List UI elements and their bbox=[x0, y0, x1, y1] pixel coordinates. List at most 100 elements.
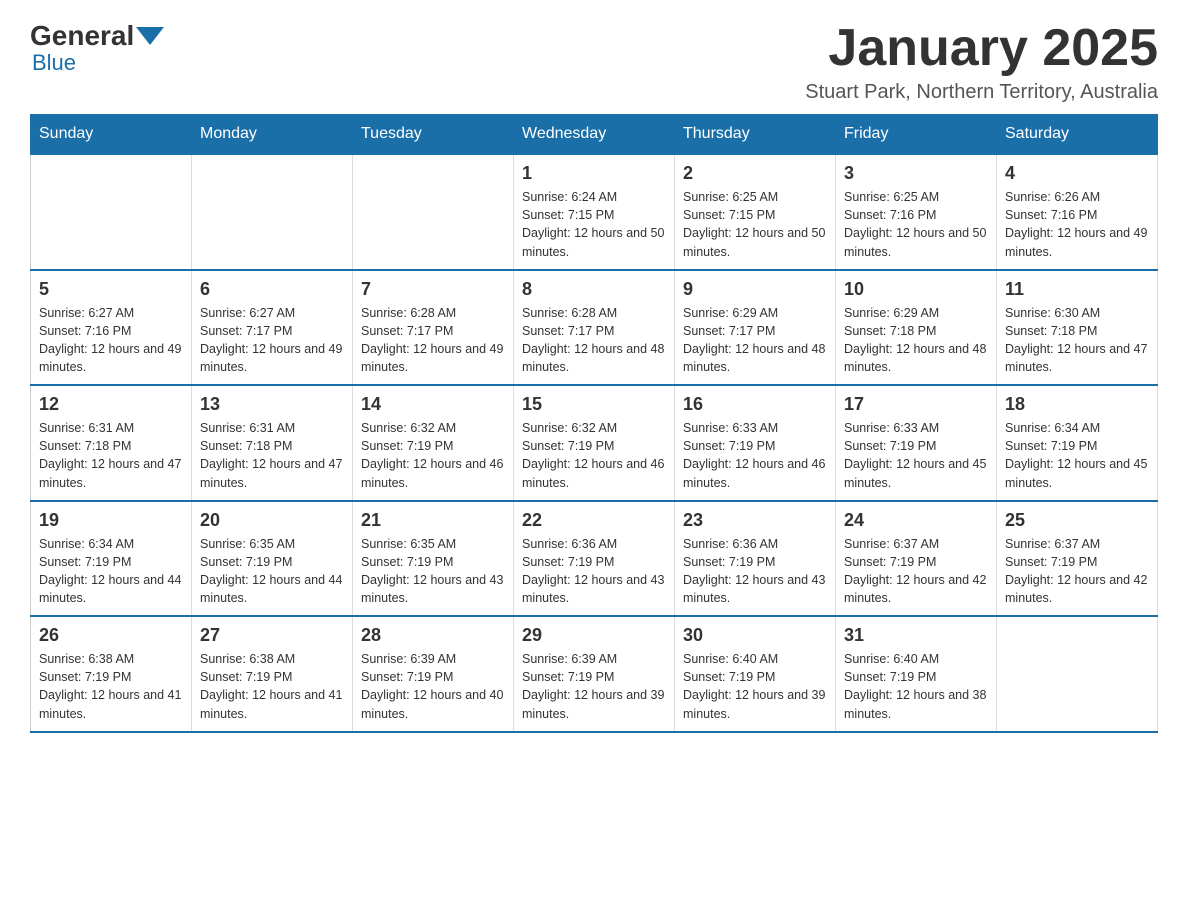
calendar-cell: 1 Sunrise: 6:24 AMSunset: 7:15 PMDaylight… bbox=[514, 154, 675, 270]
day-info: Sunrise: 6:36 AMSunset: 7:19 PMDaylight:… bbox=[683, 535, 827, 608]
calendar-week-row: 12 Sunrise: 6:31 AMSunset: 7:18 PMDayligh… bbox=[31, 385, 1158, 501]
header-thursday: Thursday bbox=[675, 115, 836, 155]
header-monday: Monday bbox=[192, 115, 353, 155]
calendar-cell: 11 Sunrise: 6:30 AMSunset: 7:18 PMDayligh… bbox=[997, 270, 1158, 386]
day-number: 22 bbox=[522, 510, 666, 531]
calendar-cell: 18Sunrise: 6:34 AMSunset: 7:19 PMDayligh… bbox=[997, 385, 1158, 501]
month-title: January 2025 bbox=[805, 20, 1158, 77]
day-info: Sunrise: 6:34 AMSunset: 7:19 PMDaylight:… bbox=[39, 535, 183, 608]
logo-general-text: General bbox=[30, 20, 134, 52]
calendar-cell: 10 Sunrise: 6:29 AMSunset: 7:18 PMDayligh… bbox=[836, 270, 997, 386]
day-number: 13 bbox=[200, 394, 344, 415]
header-tuesday: Tuesday bbox=[353, 115, 514, 155]
calendar-cell: 2Sunrise: 6:25 AMSunset: 7:15 PMDaylight… bbox=[675, 154, 836, 270]
calendar-cell: 17Sunrise: 6:33 AMSunset: 7:19 PMDayligh… bbox=[836, 385, 997, 501]
header-sunday: Sunday bbox=[31, 115, 192, 155]
calendar-cell: 16Sunrise: 6:33 AMSunset: 7:19 PMDayligh… bbox=[675, 385, 836, 501]
calendar-cell: 15 Sunrise: 6:32 AMSunset: 7:19 PMDayligh… bbox=[514, 385, 675, 501]
calendar-week-row: 26 Sunrise: 6:38 AMSunset: 7:19 PMDayligh… bbox=[31, 616, 1158, 732]
day-info: Sunrise: 6:28 AMSunset: 7:17 PMDaylight:… bbox=[361, 304, 505, 377]
calendar-cell: 29 Sunrise: 6:39 AMSunset: 7:19 PMDayligh… bbox=[514, 616, 675, 732]
calendar-cell: 12 Sunrise: 6:31 AMSunset: 7:18 PMDayligh… bbox=[31, 385, 192, 501]
day-info: Sunrise: 6:29 AMSunset: 7:17 PMDaylight:… bbox=[683, 304, 827, 377]
calendar-cell: 7Sunrise: 6:28 AMSunset: 7:17 PMDaylight… bbox=[353, 270, 514, 386]
day-number: 6 bbox=[200, 279, 344, 300]
calendar-cell bbox=[31, 154, 192, 270]
page-header: General Blue January 2025 Stuart Park, N… bbox=[30, 20, 1158, 104]
calendar-header-row: SundayMondayTuesdayWednesdayThursdayFrid… bbox=[31, 115, 1158, 155]
day-number: 29 bbox=[522, 625, 666, 646]
day-number: 31 bbox=[844, 625, 988, 646]
day-info: Sunrise: 6:25 AMSunset: 7:16 PMDaylight:… bbox=[844, 188, 988, 261]
day-info: Sunrise: 6:30 AMSunset: 7:18 PMDaylight:… bbox=[1005, 304, 1149, 377]
day-number: 21 bbox=[361, 510, 505, 531]
day-number: 24 bbox=[844, 510, 988, 531]
day-info: Sunrise: 6:32 AMSunset: 7:19 PMDaylight:… bbox=[522, 419, 666, 492]
day-info: Sunrise: 6:29 AMSunset: 7:18 PMDaylight:… bbox=[844, 304, 988, 377]
calendar-cell: 21 Sunrise: 6:35 AMSunset: 7:19 PMDayligh… bbox=[353, 501, 514, 617]
day-info: Sunrise: 6:27 AMSunset: 7:17 PMDaylight:… bbox=[200, 304, 344, 377]
calendar-cell: 8Sunrise: 6:28 AMSunset: 7:17 PMDaylight… bbox=[514, 270, 675, 386]
day-info: Sunrise: 6:35 AMSunset: 7:19 PMDaylight:… bbox=[361, 535, 505, 608]
calendar-cell: 27Sunrise: 6:38 AMSunset: 7:19 PMDayligh… bbox=[192, 616, 353, 732]
day-number: 25 bbox=[1005, 510, 1149, 531]
calendar-cell bbox=[997, 616, 1158, 732]
day-number: 14 bbox=[361, 394, 505, 415]
calendar-week-row: 19Sunrise: 6:34 AMSunset: 7:19 PMDayligh… bbox=[31, 501, 1158, 617]
day-number: 15 bbox=[522, 394, 666, 415]
calendar-cell: 22 Sunrise: 6:36 AMSunset: 7:19 PMDayligh… bbox=[514, 501, 675, 617]
calendar-week-row: 5 Sunrise: 6:27 AMSunset: 7:16 PMDaylight… bbox=[31, 270, 1158, 386]
day-info: Sunrise: 6:33 AMSunset: 7:19 PMDaylight:… bbox=[683, 419, 827, 492]
logo: General Blue bbox=[30, 20, 166, 76]
day-info: Sunrise: 6:40 AMSunset: 7:19 PMDaylight:… bbox=[683, 650, 827, 723]
calendar-cell: 20Sunrise: 6:35 AMSunset: 7:19 PMDayligh… bbox=[192, 501, 353, 617]
day-number: 1 bbox=[522, 163, 666, 184]
day-info: Sunrise: 6:34 AMSunset: 7:19 PMDaylight:… bbox=[1005, 419, 1149, 492]
calendar-cell: 31 Sunrise: 6:40 AMSunset: 7:19 PMDayligh… bbox=[836, 616, 997, 732]
day-number: 26 bbox=[39, 625, 183, 646]
calendar-table: SundayMondayTuesdayWednesdayThursdayFrid… bbox=[30, 114, 1158, 733]
calendar-cell: 4 Sunrise: 6:26 AMSunset: 7:16 PMDaylight… bbox=[997, 154, 1158, 270]
header-saturday: Saturday bbox=[997, 115, 1158, 155]
header-friday: Friday bbox=[836, 115, 997, 155]
calendar-cell: 28 Sunrise: 6:39 AMSunset: 7:19 PMDayligh… bbox=[353, 616, 514, 732]
header-wednesday: Wednesday bbox=[514, 115, 675, 155]
calendar-cell: 25Sunrise: 6:37 AMSunset: 7:19 PMDayligh… bbox=[997, 501, 1158, 617]
day-number: 9 bbox=[683, 279, 827, 300]
day-number: 4 bbox=[1005, 163, 1149, 184]
logo-arrow-icon bbox=[136, 27, 164, 45]
day-number: 17 bbox=[844, 394, 988, 415]
day-info: Sunrise: 6:39 AMSunset: 7:19 PMDaylight:… bbox=[361, 650, 505, 723]
calendar-cell: 19Sunrise: 6:34 AMSunset: 7:19 PMDayligh… bbox=[31, 501, 192, 617]
calendar-cell: 9 Sunrise: 6:29 AMSunset: 7:17 PMDaylight… bbox=[675, 270, 836, 386]
day-info: Sunrise: 6:36 AMSunset: 7:19 PMDaylight:… bbox=[522, 535, 666, 608]
day-number: 5 bbox=[39, 279, 183, 300]
calendar-cell: 5 Sunrise: 6:27 AMSunset: 7:16 PMDaylight… bbox=[31, 270, 192, 386]
day-info: Sunrise: 6:35 AMSunset: 7:19 PMDaylight:… bbox=[200, 535, 344, 608]
day-info: Sunrise: 6:26 AMSunset: 7:16 PMDaylight:… bbox=[1005, 188, 1149, 261]
day-info: Sunrise: 6:40 AMSunset: 7:19 PMDaylight:… bbox=[844, 650, 988, 723]
title-section: January 2025 Stuart Park, Northern Terri… bbox=[805, 20, 1158, 104]
calendar-cell bbox=[192, 154, 353, 270]
day-info: Sunrise: 6:32 AMSunset: 7:19 PMDaylight:… bbox=[361, 419, 505, 492]
calendar-cell: 3 Sunrise: 6:25 AMSunset: 7:16 PMDaylight… bbox=[836, 154, 997, 270]
day-info: Sunrise: 6:25 AMSunset: 7:15 PMDaylight:… bbox=[683, 188, 827, 261]
day-info: Sunrise: 6:37 AMSunset: 7:19 PMDaylight:… bbox=[844, 535, 988, 608]
day-number: 8 bbox=[522, 279, 666, 300]
day-number: 27 bbox=[200, 625, 344, 646]
day-number: 28 bbox=[361, 625, 505, 646]
day-info: Sunrise: 6:39 AMSunset: 7:19 PMDaylight:… bbox=[522, 650, 666, 723]
day-number: 10 bbox=[844, 279, 988, 300]
day-number: 3 bbox=[844, 163, 988, 184]
day-number: 12 bbox=[39, 394, 183, 415]
day-info: Sunrise: 6:27 AMSunset: 7:16 PMDaylight:… bbox=[39, 304, 183, 377]
day-info: Sunrise: 6:31 AMSunset: 7:18 PMDaylight:… bbox=[200, 419, 344, 492]
day-number: 11 bbox=[1005, 279, 1149, 300]
calendar-cell: 6 Sunrise: 6:27 AMSunset: 7:17 PMDaylight… bbox=[192, 270, 353, 386]
day-info: Sunrise: 6:31 AMSunset: 7:18 PMDaylight:… bbox=[39, 419, 183, 492]
calendar-cell: 30Sunrise: 6:40 AMSunset: 7:19 PMDayligh… bbox=[675, 616, 836, 732]
calendar-cell: 14 Sunrise: 6:32 AMSunset: 7:19 PMDayligh… bbox=[353, 385, 514, 501]
day-info: Sunrise: 6:38 AMSunset: 7:19 PMDaylight:… bbox=[39, 650, 183, 723]
day-info: Sunrise: 6:24 AMSunset: 7:15 PMDaylight:… bbox=[522, 188, 666, 261]
calendar-cell bbox=[353, 154, 514, 270]
